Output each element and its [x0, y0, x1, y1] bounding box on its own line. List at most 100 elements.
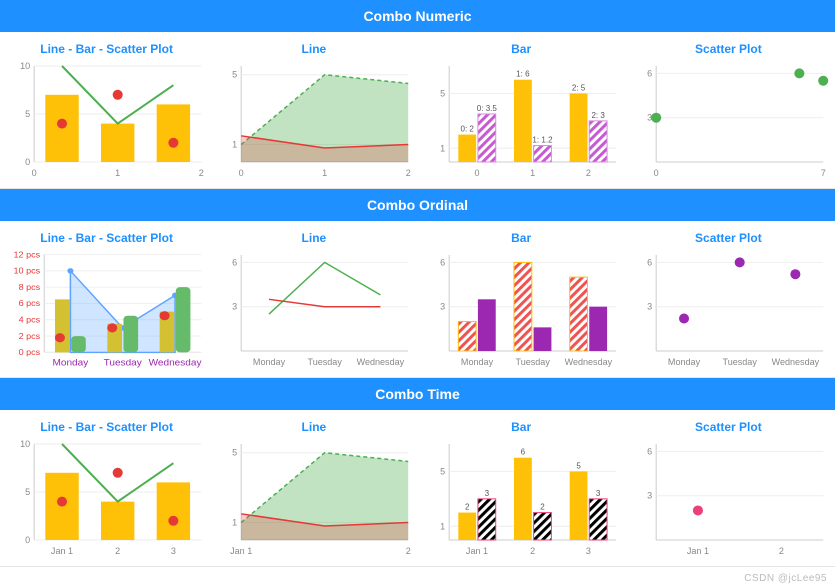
svg-text:0: 2: 0: 2 — [460, 125, 474, 134]
svg-text:2: 2 — [585, 168, 590, 178]
ordinal-scatter-card: Scatter Plot 3 6 Monday Tuesday Wednesday — [628, 225, 829, 369]
svg-text:5: 5 — [25, 109, 30, 119]
svg-text:Wednesday: Wednesday — [357, 357, 405, 367]
svg-text:Tuesday: Tuesday — [722, 357, 757, 367]
svg-text:2: 2 — [115, 546, 120, 556]
svg-text:Monday: Monday — [253, 357, 286, 367]
chart-title: Bar — [421, 225, 622, 249]
ordinal-combo-chart: 0 pcs2 pcs4 pcs6 pcs8 pcs10 pcs12 pcsMon… — [6, 249, 207, 369]
section-ordinal-header: Combo Ordinal — [0, 189, 835, 221]
numeric-bar-chart: 1 5 0 1 2 0: 2 1: 6 2: 5 0: 3.5 1: 1.2 2: 3 — [421, 60, 622, 180]
svg-text:Jan 1: Jan 1 — [51, 546, 73, 556]
numeric-bar-card: Bar 1 5 0 1 2 0: 2 1: 6 2: 5 0: 3.5 1: 1.2 2: 3 — [421, 36, 622, 180]
svg-text:6: 6 — [647, 446, 652, 456]
svg-text:6: 6 — [647, 257, 652, 267]
svg-text:6: 6 — [440, 257, 445, 267]
svg-text:Jan 1: Jan 1 — [687, 546, 709, 556]
svg-text:3: 3 — [232, 302, 237, 312]
svg-text:6: 6 — [647, 68, 652, 78]
time-line-chart: 15Jan 12 — [213, 438, 414, 558]
svg-text:0: 0 — [25, 157, 30, 167]
svg-text:1: 1 — [440, 521, 445, 531]
svg-text:2: 3: 2: 3 — [591, 111, 605, 120]
section-numeric-row: Line - Bar - Scatter Plot 0510012 Line 1… — [0, 32, 835, 189]
section-time-header: Combo Time — [0, 378, 835, 410]
svg-text:0: 0 — [25, 535, 30, 545]
svg-text:3: 3 — [595, 489, 600, 498]
svg-text:Wednesday: Wednesday — [771, 357, 819, 367]
time-scatter-card: Scatter Plot 3 6 Jan 1 2 — [628, 414, 829, 558]
ordinal-combo-card: Line - Bar - Scatter Plot 0 pcs 2 pcs 4 pc… — [6, 225, 207, 369]
chart-title: Line — [213, 225, 414, 249]
ordinal-line-chart: 36MondayTuesdayWednesday — [213, 249, 414, 369]
svg-text:12 pcs: 12 pcs — [14, 250, 41, 260]
svg-text:0: 3.5: 0: 3.5 — [476, 104, 497, 113]
svg-text:2: 2 — [530, 546, 535, 556]
svg-text:1: 6: 1: 6 — [516, 70, 530, 79]
chart-title: Line - Bar - Scatter Plot — [6, 225, 207, 249]
svg-text:Monday: Monday — [668, 357, 701, 367]
chart-title: Line - Bar - Scatter Plot — [6, 36, 207, 60]
svg-text:5: 5 — [576, 461, 581, 470]
chart-title: Line — [213, 36, 414, 60]
ordinal-scatter-chart: 3 6 Monday Tuesday Wednesday — [628, 249, 829, 369]
svg-text:Tuesday: Tuesday — [104, 358, 142, 369]
chart-title: Scatter Plot — [628, 414, 829, 438]
numeric-combo-chart: 0510012 — [6, 60, 207, 180]
svg-text:1: 1 — [440, 143, 445, 153]
numeric-scatter-card: Scatter Plot 3607 — [628, 36, 829, 180]
chart-title: Line — [213, 414, 414, 438]
watermark: CSDN @jcLee95 — [744, 573, 827, 584]
svg-text:7: 7 — [820, 168, 825, 178]
svg-text:2 pcs: 2 pcs — [19, 331, 41, 341]
svg-text:Monday: Monday — [53, 358, 89, 369]
chart-title: Line - Bar - Scatter Plot — [6, 414, 207, 438]
svg-text:5: 5 — [232, 448, 237, 458]
svg-text:Wednesday: Wednesday — [564, 357, 612, 367]
svg-text:3: 3 — [171, 546, 176, 556]
time-line-card: Line 15Jan 12 — [213, 414, 414, 558]
svg-text:0: 0 — [474, 168, 479, 178]
svg-text:6: 6 — [520, 448, 525, 457]
time-combo-chart: 0 5 10 Jan 1 2 3 — [6, 438, 207, 558]
svg-text:2: 2 — [464, 503, 469, 512]
svg-text:1: 1 — [530, 168, 535, 178]
chart-title: Bar — [421, 414, 622, 438]
svg-text:1: 1 — [232, 140, 237, 150]
svg-text:8 pcs: 8 pcs — [19, 282, 41, 292]
svg-text:2: 2 — [406, 168, 411, 178]
time-bar-chart: 15Jan 123265323 — [421, 438, 622, 558]
svg-text:5: 5 — [440, 88, 445, 98]
svg-text:5: 5 — [25, 487, 30, 497]
numeric-line-card: Line 15012 — [213, 36, 414, 180]
chart-title: Scatter Plot — [628, 225, 829, 249]
svg-text:2: 2 — [199, 168, 204, 178]
svg-text:0: 0 — [32, 168, 37, 178]
svg-text:10: 10 — [20, 439, 30, 449]
svg-text:3: 3 — [440, 302, 445, 312]
svg-text:1: 1 — [115, 168, 120, 178]
svg-text:Monday: Monday — [460, 357, 493, 367]
svg-text:2: 5: 2: 5 — [571, 83, 585, 92]
section-numeric-header: Combo Numeric — [0, 0, 835, 32]
chart-title: Bar — [421, 36, 622, 60]
svg-text:3: 3 — [647, 302, 652, 312]
ordinal-bar-card: Bar 3 6 Monday Tuesday Wednesday — [421, 225, 622, 369]
svg-text:Tuesday: Tuesday — [308, 357, 343, 367]
svg-text:1: 1 — [232, 518, 237, 528]
time-scatter-chart: 3 6 Jan 1 2 — [628, 438, 829, 558]
svg-text:0 pcs: 0 pcs — [19, 348, 41, 358]
svg-text:3: 3 — [647, 491, 652, 501]
svg-text:Wednesday: Wednesday — [149, 358, 202, 369]
numeric-line-chart: 15012 — [213, 60, 414, 180]
ordinal-bar-chart: 3 6 Monday Tuesday Wednesday — [421, 249, 622, 369]
svg-text:Tuesday: Tuesday — [515, 357, 550, 367]
svg-text:1: 1.2: 1: 1.2 — [532, 136, 553, 145]
ordinal-line-card: Line 36MondayTuesdayWednesday — [213, 225, 414, 369]
svg-text:5: 5 — [232, 70, 237, 80]
chart-title: Scatter Plot — [628, 36, 829, 60]
time-combo-card: Line - Bar - Scatter Plot 0 5 10 Jan 1 2 3 — [6, 414, 207, 558]
svg-text:4 pcs: 4 pcs — [19, 315, 41, 325]
svg-text:0: 0 — [239, 168, 244, 178]
svg-text:2: 2 — [779, 546, 784, 556]
